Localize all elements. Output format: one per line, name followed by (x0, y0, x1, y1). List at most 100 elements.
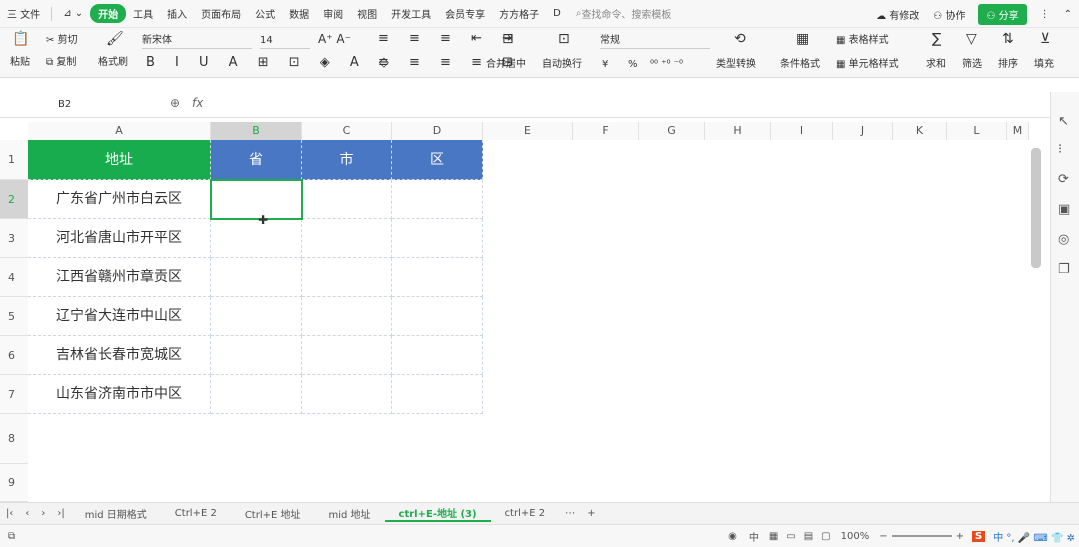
cut-button[interactable]: ✂ 剪切 (46, 34, 78, 48)
column-header[interactable]: J (833, 122, 893, 140)
sort-icon[interactable]: ⇅ (1002, 32, 1014, 46)
row-header[interactable]: 3 (0, 219, 28, 258)
tab-data[interactable]: 数据 (282, 6, 316, 21)
format-painter-icon[interactable]: 🖌 (106, 32, 124, 46)
column-header[interactable]: L (947, 122, 1007, 140)
align-top-icons[interactable]: ≡ ≡ ≡ ⇤ ⇥ (378, 32, 521, 46)
convert-button[interactable]: 类型转换 (716, 58, 756, 72)
column-header[interactable]: G (639, 122, 705, 140)
wrap-button[interactable]: 自动换行 (542, 58, 582, 72)
filter-button[interactable]: 筛选 (962, 58, 982, 72)
empty-cell[interactable] (211, 258, 302, 297)
tab-view[interactable]: 视图 (350, 6, 384, 21)
sheet-tab[interactable]: Ctrl+E 地址 (231, 506, 315, 521)
share-button[interactable]: ⚇ 分享 (978, 3, 1027, 25)
add-sheet-button[interactable]: + (581, 508, 601, 519)
fx-icon[interactable]: fx (192, 96, 203, 110)
sogou-ime-icon[interactable]: S (972, 530, 986, 542)
tab-home[interactable]: 开始 (90, 4, 127, 23)
empty-cell[interactable] (392, 180, 483, 219)
page-break-icon[interactable]: ▤ (800, 531, 817, 542)
empty-cell[interactable] (211, 336, 302, 375)
fill-icon[interactable]: ⊻ (1040, 32, 1050, 46)
font-size-select[interactable]: 14 (260, 34, 310, 49)
has-changes-button[interactable]: ☁ 有修改 (869, 7, 926, 22)
sort-button[interactable]: 排序 (998, 58, 1018, 72)
page-view-icon[interactable]: ▭ (782, 531, 799, 542)
spreadsheet-grid[interactable]: A B C D E F G H I J K L M 1 2 3 4 5 6 7 … (0, 118, 1048, 502)
cell-style-button[interactable]: ▦ 单元格样式 (836, 58, 899, 72)
address-cell[interactable]: 河北省唐山市开平区 (28, 219, 211, 258)
column-header[interactable]: A (28, 122, 211, 140)
number-format-select[interactable]: 常规 (600, 34, 710, 49)
empty-cell[interactable] (302, 180, 392, 219)
row-header[interactable]: 1 (0, 140, 28, 180)
merge-button[interactable]: 合并居中 (486, 58, 526, 72)
table-header-address[interactable]: 地址 (28, 140, 211, 180)
paste-icon[interactable]: 📋 (12, 32, 29, 46)
column-header[interactable]: C (302, 122, 392, 140)
fill-button[interactable]: 填充 (1034, 58, 1054, 72)
name-box[interactable]: B2 (28, 96, 134, 114)
table-header-province[interactable]: 省 (211, 140, 302, 180)
filter-icon[interactable]: ▽ (966, 32, 977, 46)
more-sheets-icon[interactable]: ⋯ (559, 508, 581, 519)
empty-cell[interactable] (392, 375, 483, 414)
empty-cell[interactable] (302, 258, 392, 297)
empty-cell[interactable] (211, 297, 302, 336)
paste-button[interactable]: 粘贴 (10, 56, 30, 70)
ime-status[interactable]: 中 (743, 529, 765, 544)
tab-fangfang[interactable]: 方方格子 (492, 6, 546, 21)
column-header[interactable]: K (893, 122, 947, 140)
column-header[interactable]: D (392, 122, 483, 140)
convert-icon[interactable]: ⟲ (734, 32, 746, 46)
row-header[interactable]: 4 (0, 258, 28, 297)
tab-insert[interactable]: 插入 (160, 6, 194, 21)
cond-format-icon[interactable]: ▦ (796, 32, 809, 46)
empty-cell[interactable] (302, 219, 392, 258)
address-cell[interactable]: 吉林省长春市宽城区 (28, 336, 211, 375)
cond-format-button[interactable]: 条件格式 (780, 58, 820, 72)
command-search[interactable]: ⌕ 查找命令、搜索模板 (576, 6, 672, 21)
more-icon[interactable]: ⋮ (1033, 9, 1057, 20)
address-cell[interactable]: 山东省济南市市中区 (28, 375, 211, 414)
tab-more[interactable]: D (546, 8, 568, 19)
tab-formula[interactable]: 公式 (248, 6, 282, 21)
sheet-nav-prev-icon[interactable]: ‹ (19, 508, 35, 519)
row-header[interactable]: 5 (0, 297, 28, 336)
copy-button[interactable]: ⧉ 复制 (46, 56, 76, 70)
reading-view-icon[interactable]: ▢ (817, 531, 834, 542)
sheet-tab[interactable]: Ctrl+E 2 (161, 508, 231, 519)
merge-icon[interactable]: ⊟ (502, 32, 514, 46)
empty-cell[interactable] (392, 258, 483, 297)
row-header[interactable]: 8 (0, 414, 28, 464)
sheet-nav-last-icon[interactable]: ›| (51, 508, 70, 519)
sheet-tab-active[interactable]: ctrl+E-地址 (3) (384, 505, 491, 522)
empty-cell[interactable] (302, 336, 392, 375)
location-icon[interactable]: ◎ (1058, 232, 1069, 247)
sum-icon[interactable]: ∑ (932, 32, 941, 46)
tab-developer[interactable]: 开发工具 (384, 6, 438, 21)
zoom-level[interactable]: 100% (835, 531, 876, 542)
column-header[interactable]: M (1007, 122, 1029, 140)
address-cell[interactable]: 江西省赣州市章贡区 (28, 258, 211, 297)
percent-button[interactable]: % (628, 58, 638, 72)
tab-tools[interactable]: 工具 (126, 6, 160, 21)
empty-cell[interactable] (211, 219, 302, 258)
currency-button[interactable]: ¥ (602, 58, 608, 72)
sheet-tab[interactable]: mid 地址 (315, 506, 385, 521)
macro-icon[interactable]: ⧉ (8, 531, 15, 542)
column-header[interactable]: E (483, 122, 573, 140)
row-header[interactable]: 9 (0, 464, 28, 502)
book-icon[interactable]: ❐ (1058, 262, 1070, 277)
tab-member[interactable]: 会员专享 (438, 6, 492, 21)
table-header-city[interactable]: 市 (302, 140, 392, 180)
ime-tray-icons[interactable]: 中 °, 🎤 ⌨ 👕 ✲ (989, 529, 1079, 544)
address-cell[interactable]: 辽宁省大连市中山区 (28, 297, 211, 336)
zoom-icon[interactable]: ⊕ (170, 96, 180, 110)
row-header[interactable]: 6 (0, 336, 28, 375)
zoom-out-icon[interactable]: − (875, 531, 891, 542)
column-header[interactable]: B (211, 122, 302, 140)
tab-review[interactable]: 审阅 (316, 6, 350, 21)
tab-page-layout[interactable]: 页面布局 (194, 6, 248, 21)
